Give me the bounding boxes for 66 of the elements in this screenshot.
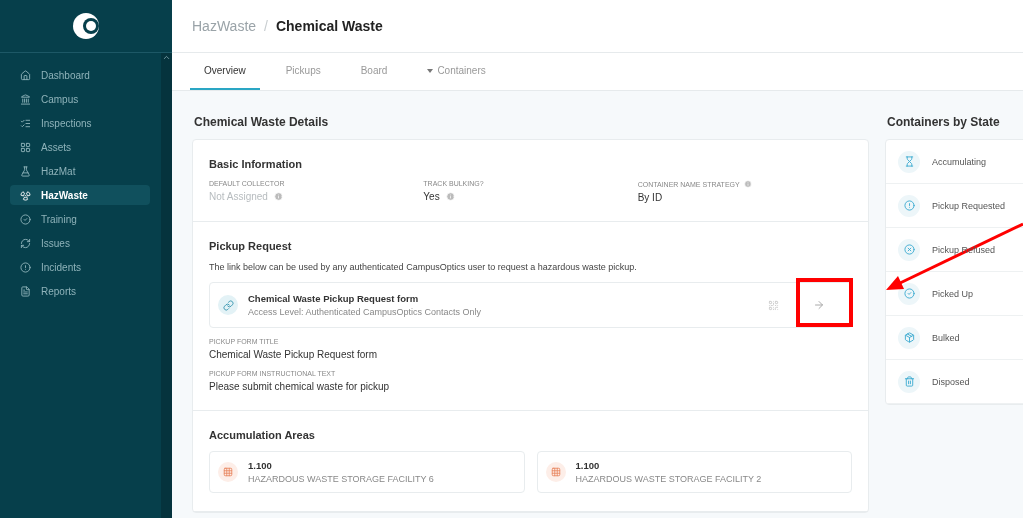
grid-icon	[223, 467, 233, 477]
radiation-icon	[20, 189, 31, 201]
field-value: By ID	[637, 192, 663, 203]
x-circle-icon	[903, 244, 915, 255]
arrow-right-icon	[813, 299, 825, 311]
sidebar-item[interactable]: Campus	[10, 89, 150, 109]
sidebar-item[interactable]: Reports	[10, 281, 150, 301]
section-title: Chemical Waste Details	[194, 115, 330, 129]
section-title: Containers by State	[887, 115, 1001, 129]
sidebar-item[interactable]: Training	[10, 209, 150, 229]
scrollbar[interactable]	[161, 53, 172, 518]
sidebar-item[interactable]: Dashboard	[10, 65, 150, 85]
description-text: The link below can be used by any authenticated CampusOptics user to request a hazardous waste pickup.	[209, 262, 638, 272]
flask-icon	[20, 165, 31, 177]
tab[interactable]: Board	[346, 53, 402, 90]
field-value: Chemical Waste Pickup Request form	[209, 349, 378, 360]
chevron-up-icon[interactable]	[162, 53, 171, 62]
state-label[interactable]: Pickup Requested	[932, 200, 1006, 211]
box-icon	[903, 332, 915, 343]
qr-code-icon	[768, 299, 779, 311]
info-icon[interactable]	[445, 192, 455, 201]
state-label[interactable]: Accumulating	[932, 156, 987, 167]
area-code: 1.100	[248, 460, 273, 471]
logo-icon	[71, 11, 101, 41]
link-subtitle: Access Level: Authenticated CampusOptics Contacts Only	[248, 307, 483, 317]
bank-icon	[20, 93, 31, 105]
area-name: HAZARDOUS WASTE STORAGE FACILITY 6	[248, 474, 435, 484]
area-name: HAZARDOUS WASTE STORAGE FACILITY 2	[575, 474, 763, 484]
check-circle-icon	[20, 213, 31, 225]
file-icon	[20, 285, 31, 297]
area-card[interactable]: 1.100 HAZARDOUS WASTE STORAGE FACILITY 2	[536, 451, 852, 493]
page-title: Chemical Waste	[275, 18, 383, 34]
section-heading: Basic Information	[209, 158, 303, 170]
checklist-icon	[20, 117, 31, 129]
field-value: Please submit chemical waste for pickup	[209, 381, 390, 392]
section-heading: Pickup Request	[209, 240, 293, 252]
check-circle-icon	[903, 288, 915, 299]
tab[interactable]: Pickups	[271, 53, 335, 90]
breadcrumb-separator: /	[264, 18, 268, 34]
sidebar-item[interactable]: Inspections	[10, 113, 150, 133]
info-icon[interactable]	[743, 180, 752, 188]
state-label[interactable]: Picked Up	[932, 288, 974, 299]
tab[interactable]: Containers	[413, 53, 500, 90]
sidebar-item[interactable]: Incidents	[10, 257, 150, 277]
caret-icon	[427, 68, 434, 73]
field-value: Yes	[423, 191, 440, 202]
sidebar-item[interactable]: Assets	[10, 137, 150, 157]
area-card[interactable]: 1.100 HAZARDOUS WASTE STORAGE FACILITY 6	[209, 451, 525, 493]
sidebar-item[interactable]: HazMat	[10, 161, 150, 181]
sidebar-item[interactable]: Issues	[10, 233, 150, 253]
alert-circle-icon	[20, 261, 31, 273]
grid-icon	[550, 467, 561, 477]
grid-icon	[20, 141, 31, 153]
refresh-icon	[20, 237, 31, 249]
hourglass-icon	[903, 156, 915, 167]
trash-icon	[903, 376, 915, 387]
link-title: Chemical Waste Pickup Request form	[248, 293, 420, 304]
alert-circle-icon	[903, 200, 915, 211]
link-icon	[222, 299, 234, 311]
state-label[interactable]: Bulked	[932, 332, 960, 343]
sidebar-item[interactable]: HazWaste	[10, 185, 150, 205]
info-icon[interactable]	[273, 192, 283, 201]
state-label[interactable]: Disposed	[932, 376, 970, 387]
section-heading: Accumulation Areas	[209, 429, 316, 441]
home-icon	[20, 69, 31, 81]
area-code: 1.100	[575, 460, 601, 471]
